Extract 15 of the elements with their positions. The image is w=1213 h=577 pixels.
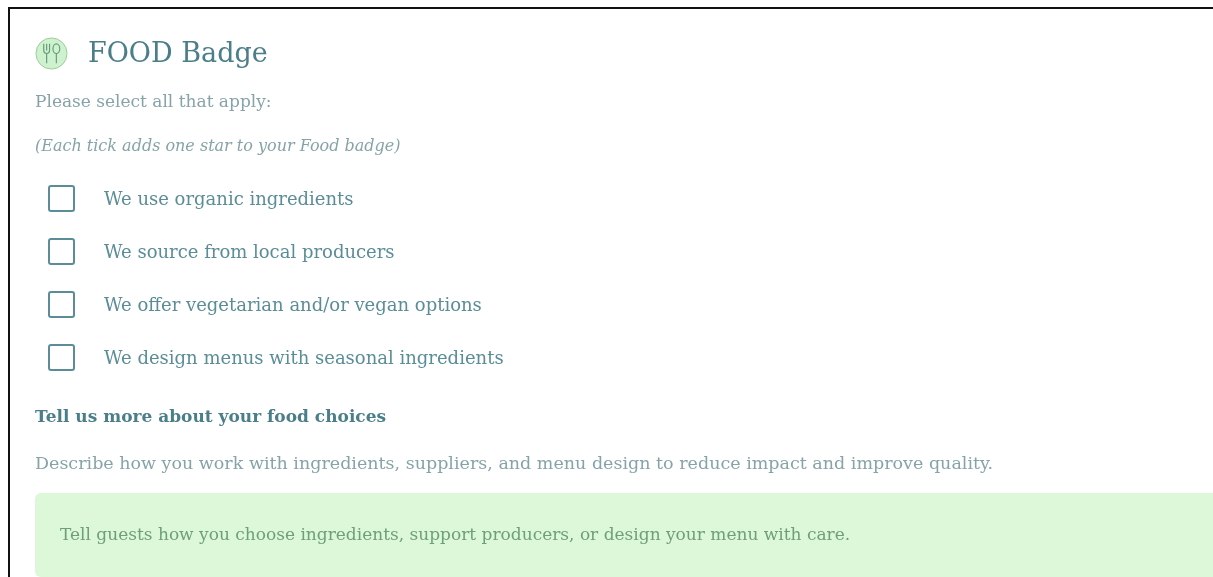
option-label: We design menus with seasonal ingredients (104, 345, 504, 370)
checkbox[interactable] (48, 291, 75, 318)
note-text: (Each tick adds one star to your Food badge) (35, 135, 402, 157)
checkbox[interactable] (48, 238, 75, 265)
section-description: Describe how you work with ingredients, suppliers, and menu design to reduce impact and improve quality. (35, 452, 995, 474)
option-label: We use organic ingredients (104, 186, 354, 211)
checkbox[interactable] (48, 344, 75, 371)
option-label: We offer vegetarian and/or vegan options (104, 292, 482, 317)
badge-title: FOOD Badge (88, 36, 268, 70)
text-area-field[interactable]: Tell guests how you choose ingredients, support producers, or design your menu with care. (35, 493, 1213, 577)
fork-and-spoon-icon (35, 36, 68, 70)
checkbox[interactable] (48, 185, 75, 212)
option-label: We source from local producers (104, 239, 395, 264)
section-heading: Tell us more about your food choices (35, 405, 388, 427)
instruction-text: Please select all that apply: (35, 90, 273, 112)
